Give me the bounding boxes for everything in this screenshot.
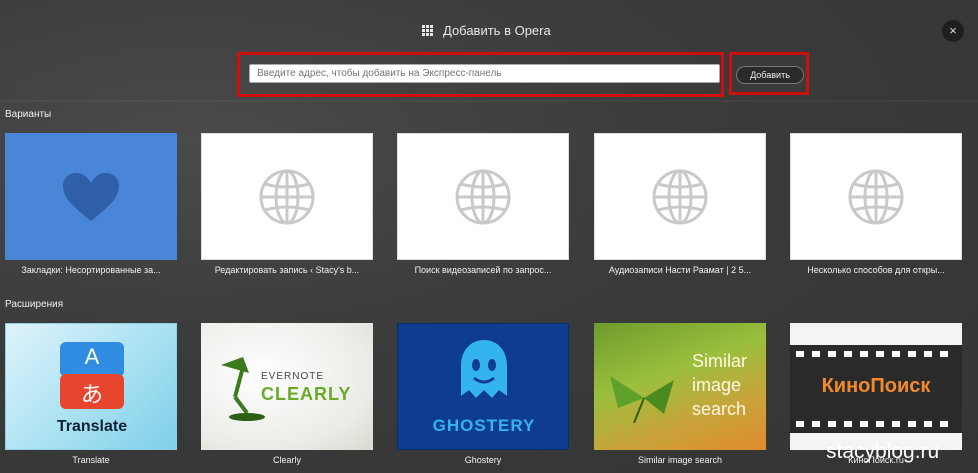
translate-glyph-a: A: [84, 344, 100, 369]
heart-icon: [63, 172, 119, 221]
extension-caption-translate: Translate: [72, 455, 110, 465]
globe-icon: [848, 169, 904, 224]
add-button[interactable]: Добавить: [736, 66, 804, 84]
watermark: stacyblog.ru: [826, 440, 940, 463]
extension-caption-ghostery: Ghostery: [464, 455, 502, 465]
extension-tile-clearly[interactable]: EVERNOTE CLEARLY: [201, 323, 373, 450]
globe-icon: [652, 169, 708, 224]
translate-tile-text: Translate: [56, 418, 128, 435]
dialog-title: Добавить в Opera: [422, 21, 551, 39]
variant-tile-bookmarks[interactable]: [5, 133, 177, 260]
extension-tile-kinopoisk[interactable]: КиноПоиск: [790, 323, 962, 450]
butterfly-icon: [610, 376, 674, 424]
globe-icon: [259, 169, 315, 224]
variant-caption-3: Поиск видеозаписей по запрос...: [414, 265, 552, 275]
variant-tile-4[interactable]: [594, 133, 766, 260]
similar-line3: search: [692, 399, 747, 419]
close-icon[interactable]: ×: [949, 23, 957, 38]
variant-caption-4: Аудиозаписи Насти Раамат | 2 5...: [608, 265, 752, 275]
globe-icon: [455, 169, 511, 224]
variant-caption-5: Несколько способов для откры...: [807, 265, 945, 275]
variants-section-label: Варианты: [5, 109, 52, 120]
extension-tile-ghostery[interactable]: GHOSTERY: [397, 323, 569, 450]
translate-glyph-b: あ: [80, 383, 103, 408]
extension-caption-similar: Similar image search: [637, 455, 723, 465]
variant-tile-5[interactable]: [790, 133, 962, 260]
extensions-section-label: Расширения: [5, 299, 64, 310]
add-button-highlight: Добавить: [729, 52, 809, 95]
url-input[interactable]: [249, 64, 720, 83]
ghost-icon: [461, 340, 507, 398]
clearly-line1: EVERNOTE: [261, 371, 325, 382]
variant-tile-3[interactable]: [397, 133, 569, 260]
ghostery-tile-text: GHOSTERY: [432, 416, 536, 435]
close-button[interactable]: ×: [942, 20, 964, 42]
similar-line1: Similar: [692, 351, 748, 371]
variant-caption-2: Редактировать запись ‹ Stacy's b...: [214, 265, 360, 275]
similar-line2: image: [692, 375, 742, 395]
filmstrip: КиноПоиск: [790, 345, 962, 433]
extension-caption-clearly: Clearly: [272, 455, 301, 465]
variant-tile-2[interactable]: [201, 133, 373, 260]
kinopoisk-tile-text: КиноПоиск: [821, 375, 931, 397]
extension-tile-translate[interactable]: A あ Translate: [5, 323, 177, 450]
extension-tile-similar[interactable]: Similar image search: [594, 323, 766, 450]
grid-icon: [422, 24, 433, 36]
dialog-title-text: Добавить в Opera: [443, 22, 551, 38]
variant-caption-1: Закладки: Несортированные за...: [21, 265, 161, 275]
dialog-header: Добавить в Opera × Добавить: [0, 0, 978, 100]
url-input-highlight: [237, 52, 724, 97]
clearly-line2: CLEARLY: [261, 384, 352, 404]
